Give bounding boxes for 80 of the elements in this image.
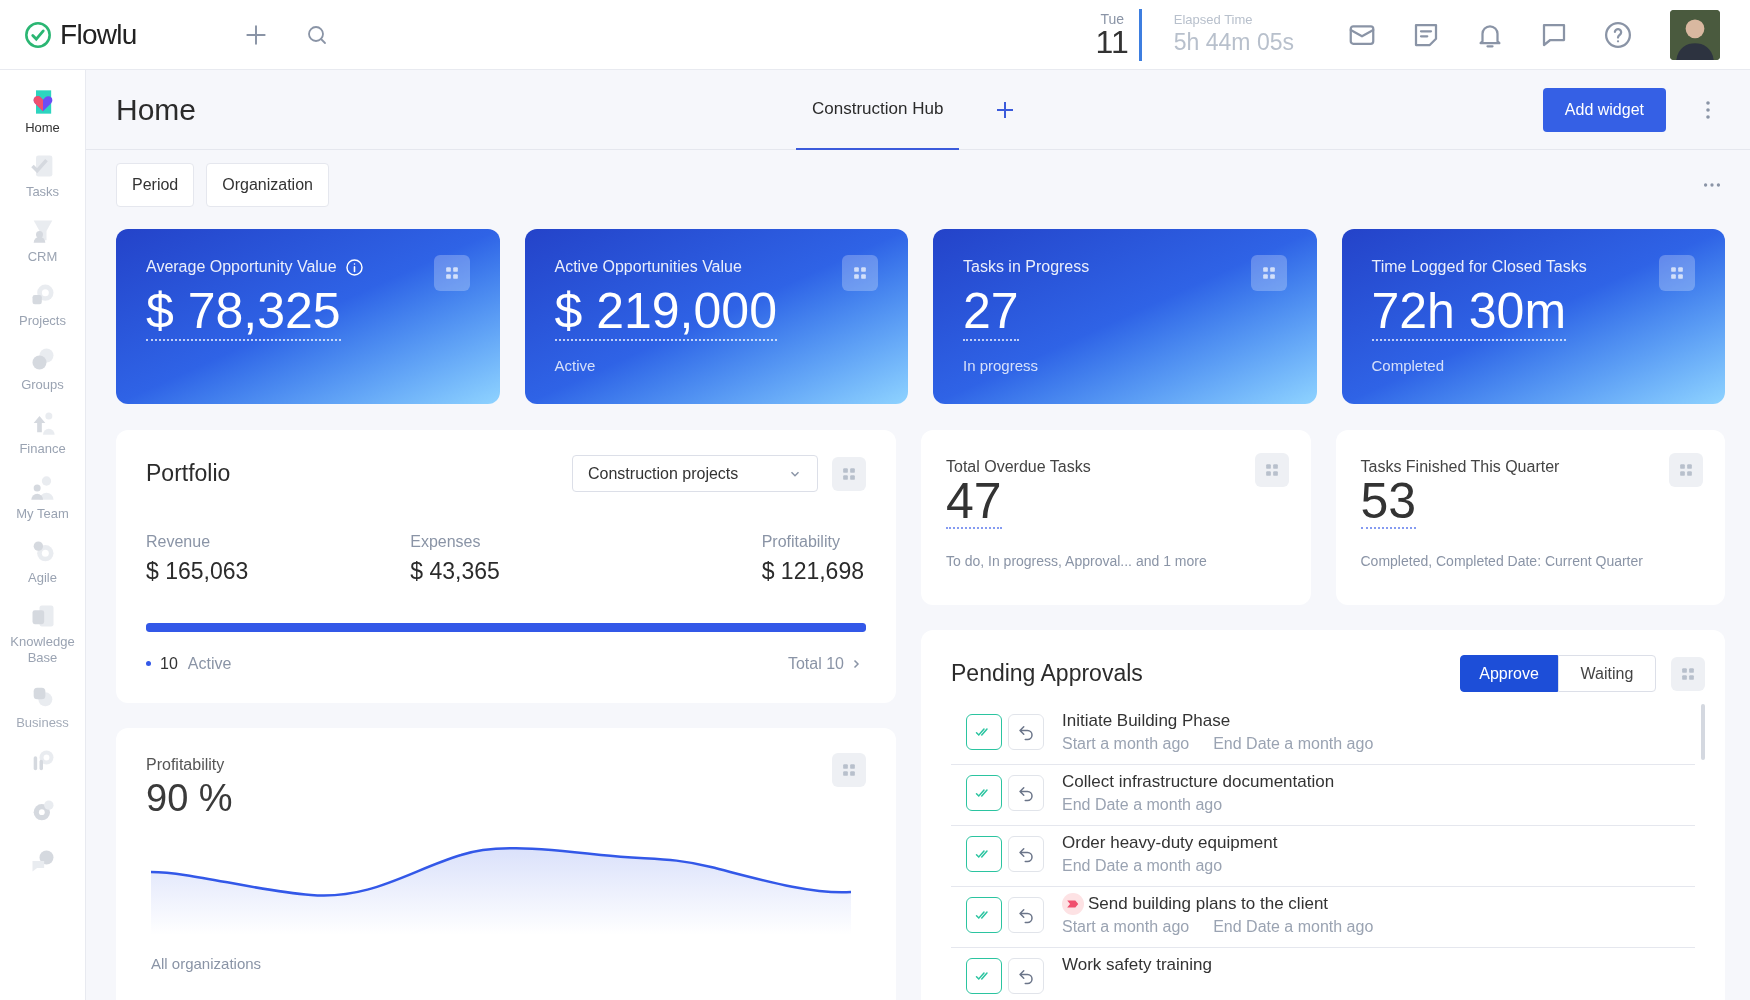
kpi-value[interactable]: $ 78,325 [146,283,341,341]
kpi-value[interactable]: 72h 30m [1371,283,1567,341]
drag-handle-icon[interactable] [1659,255,1695,291]
active-label: Active [187,653,233,674]
metric-value: $ 121,698 [761,557,864,586]
kpi-value[interactable]: 27 [963,283,1019,341]
info-icon[interactable] [344,257,364,277]
stat-title: Total Overdue Tasks [946,457,1091,477]
scrollbar-thumb[interactable] [1701,704,1705,760]
active-count: 10 [160,653,178,674]
kpi-subtitle: In progress [963,356,1040,376]
project-dropdown[interactable]: Construction projects [572,455,818,492]
drag-handle-icon[interactable] [832,753,866,787]
end-date: End Date a month ago [1213,734,1374,754]
kpi-title: Average Opportunity Value [146,257,337,277]
avatar-icon[interactable] [1670,9,1720,60]
card-title: Portfolio [146,459,232,489]
kpi-title: Active Opportunities Value [554,257,742,277]
filter-button[interactable]: Organization [206,163,329,207]
stat-note: To do, In progress, Approval... and 1 more [946,552,1208,571]
stat-value[interactable]: 47 [946,475,1002,529]
stat-title: Tasks Finished This Quarter [1360,457,1560,477]
approve-icon[interactable] [966,958,1002,994]
approve-icon[interactable] [966,775,1002,811]
elapsed-time-value: 5h 44m 05s [1173,28,1294,57]
approval-title[interactable]: Order heavy-duty equipment [1062,832,1278,854]
approve-icon[interactable] [966,897,1002,933]
tab[interactable]: Construction Hub [796,70,960,150]
kpi-value[interactable]: $ 219,000 [554,283,777,341]
approval-title[interactable]: Send building plans to the client [1088,893,1329,915]
card-title: Pending Approvals [951,659,1144,689]
sidebar-item[interactable]: Home [25,120,60,137]
kpi-subtitle: Completed [1371,356,1446,376]
approve-icon[interactable] [966,836,1002,872]
end-date: End Date a month ago [1062,856,1223,876]
start-date: Start a month ago [1062,734,1190,754]
toggle-button[interactable]: Approve [1460,655,1558,692]
add-widget-button[interactable]: Add widget [1542,87,1666,132]
approval-title[interactable]: Collect infrastructure documentation [1062,771,1335,793]
approval-title[interactable]: Initiate Building Phase [1062,710,1231,732]
drag-handle-icon[interactable] [842,255,878,291]
stat-value[interactable]: 53 [1360,475,1417,529]
percent-value: 90 % [146,777,233,819]
toggle-button[interactable]: Waiting [1558,655,1656,692]
drag-handle-icon[interactable] [1671,656,1705,691]
metric-value: $ 43,365 [410,557,500,586]
app-logo[interactable]: Flowlu [60,13,137,56]
undo-icon[interactable] [1008,775,1044,811]
kpi-subtitle: Active [554,356,597,376]
end-date: End Date a month ago [1213,917,1374,937]
end-date: End Date a month ago [1062,795,1223,815]
metric-label: Profitability [761,532,840,552]
undo-icon[interactable] [1008,714,1044,750]
metric-label: Expenses [410,532,482,552]
drag-handle-icon[interactable] [433,255,470,291]
drag-handle-icon[interactable] [832,456,866,491]
card-title: Profitability [146,755,226,775]
undo-icon[interactable] [1008,836,1044,872]
approve-icon[interactable] [966,714,1002,750]
organization-label: All organizations [151,954,263,974]
start-date: Start a month ago [1062,917,1190,937]
undo-icon[interactable] [1008,897,1044,933]
kpi-title: Time Logged for Closed Tasks [1371,257,1587,277]
stat-note: Completed, Completed Date: Current Quarter [1360,552,1644,571]
weekday-label: Tue [1100,11,1124,26]
check-circle-icon [24,20,52,49]
drag-handle-icon[interactable] [1250,255,1287,291]
day-number: 11 [1095,25,1129,58]
metric-label: Revenue [146,532,212,552]
undo-icon[interactable] [1008,958,1044,994]
kpi-title: Tasks in Progress [963,257,1090,277]
drag-handle-icon[interactable] [1669,453,1703,487]
filter-button[interactable]: Period [116,163,195,207]
page-title: Home [116,92,198,128]
elapsed-time-label: Elapsed Time [1173,12,1254,29]
metric-value: $ 165,063 [146,557,249,586]
help-icon[interactable] [1603,19,1633,50]
flag-icon [1062,893,1084,915]
approval-title[interactable]: Work safety training [1062,954,1212,976]
drag-handle-icon[interactable] [1254,453,1289,487]
